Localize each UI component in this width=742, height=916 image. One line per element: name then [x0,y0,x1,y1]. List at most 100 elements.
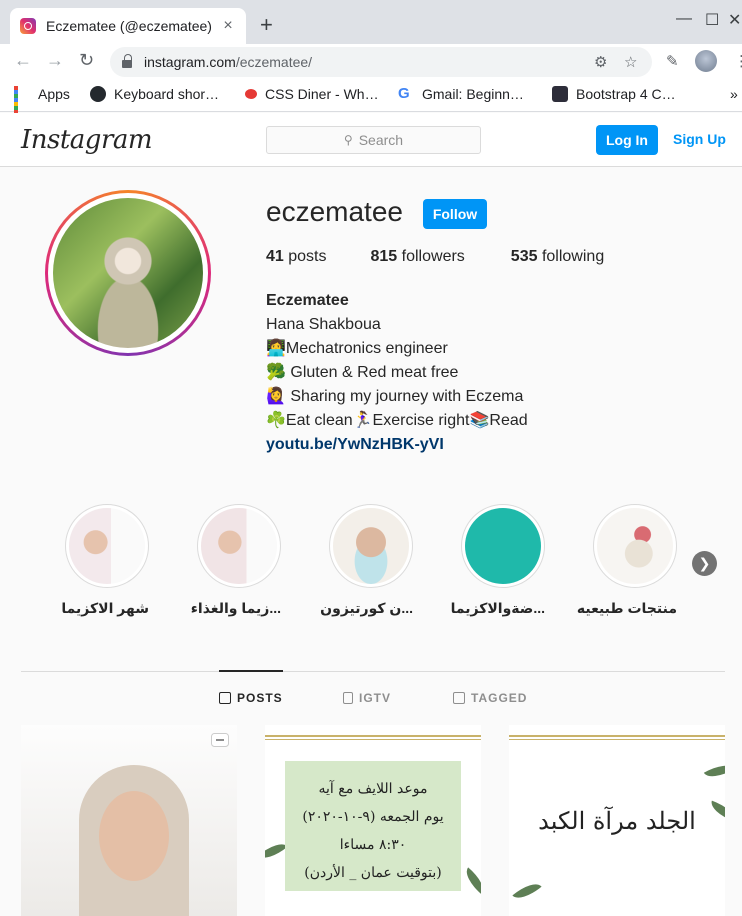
bio-name: Eczematee [266,292,349,309]
reload-icon[interactable]: ↻ [79,50,94,71]
lock-icon [122,54,132,68]
bookmark-bootstrap[interactable]: Bootstrap 4 C… [552,86,676,102]
stat-followers[interactable]: 815 followers [371,248,465,266]
highlight-cover [201,508,277,584]
menu-icon[interactable]: ⋮ [734,52,742,70]
bio-line: 🙋‍♀️ Sharing my journey with Eczema [266,388,524,405]
post-text-line: موعد اللايف مع آيه [318,781,428,797]
url-path: /eczematee/ [235,54,313,70]
highlight-cover [597,508,673,584]
highlight-item[interactable]: ...ضةوالاكزيما [450,504,545,617]
leaf-decoration [703,758,725,784]
highlight-cover [465,508,541,584]
extensions-icon[interactable]: ✎ [666,52,679,70]
minimize-icon[interactable]: — [676,10,692,28]
post-thumbnail[interactable]: الجلد مرآة الكبد [509,725,725,916]
signup-link[interactable]: Sign Up [673,131,726,147]
instagram-header: Instagram ⚲ Search Log In Sign Up [0,113,742,167]
key-icon[interactable]: ⚙ [594,53,607,71]
instagram-logo[interactable]: Instagram [21,125,153,155]
stat-label: followers [401,248,465,265]
profile-avatar[interactable] [45,190,211,356]
apps-grid-icon [14,86,30,122]
more-bookmarks-icon[interactable]: » [730,86,738,102]
highlight-item[interactable]: ...زيما والغذاء [190,504,281,617]
leaf-decoration [512,877,542,905]
new-tab-button[interactable]: + [260,12,273,38]
post-text: الجلد مرآة الكبد [538,807,696,835]
stat-label: posts [288,248,327,265]
tab-label: IGTV [359,691,392,705]
close-window-icon[interactable]: ✕ [728,10,741,30]
search-input[interactable]: ⚲ Search [266,126,481,154]
stat-count: 815 [370,248,398,265]
tab-tagged[interactable]: TAGGED [453,691,527,705]
bookmarks-bar: Apps Keyboard shor… CSS Diner - Wh… G Gm… [0,80,742,122]
bookmark-gmail[interactable]: G Gmail: Beginn… [398,86,524,103]
avatar-photo [53,198,203,348]
bookmark-label: Keyboard shor… [114,86,220,102]
igtv-icon [343,692,353,704]
bookmark-label: CSS Diner - Wh… [265,86,379,102]
profile-stats: 41 posts 815 followers 535 following [266,248,604,266]
css-diner-icon [245,89,257,99]
login-button[interactable]: Log In [596,125,658,155]
gold-border [265,739,481,740]
bio-link[interactable]: youtu.be/YwNzHBK-yVI [266,433,528,457]
profile-avatar-icon[interactable] [695,50,717,72]
gold-border [509,739,725,740]
instagram-favicon-icon [20,18,36,34]
post-thumbnail[interactable] [21,725,237,916]
grid-icon [219,692,231,704]
browser-tab-bar: Eczematee (@eczematee) × + — ☐ ✕ [0,0,742,44]
bio-line: 👩‍💻Mechatronics engineer [266,340,448,357]
post-text-line: (بتوقيت عمان _ الأردن) [304,865,442,881]
bookmark-css-diner[interactable]: CSS Diner - Wh… [245,86,379,102]
post-thumbnail[interactable]: موعد اللايف مع آيه يوم الجمعه (٩-١٠-٢٠٢٠… [265,725,481,916]
stat-count: 41 [266,248,284,265]
bookmark-label: Bootstrap 4 C… [576,86,676,102]
highlight-item[interactable]: شهر الاكزيما [61,504,149,617]
forward-icon[interactable]: → [46,50,64,71]
highlight-label: ...ضةوالاكزيما [450,600,545,616]
tab-title: Eczematee (@eczematee) [46,18,212,34]
highlight-item[interactable]: منتجات طبيعيه [577,504,677,617]
star-icon[interactable]: ☆ [624,53,637,71]
stat-posts: 41 posts [266,248,327,266]
tab-igtv[interactable]: IGTV [343,691,391,705]
bio-line: ☘️Eat clean🏃‍♀️Exercise right📚Read [266,412,528,429]
address-bar[interactable]: instagram.com/eczematee/ ⚙ ☆ [110,47,652,77]
bootstrap-icon [552,86,568,102]
browser-tab[interactable]: Eczematee (@eczematee) × [10,8,246,44]
bookmark-label: Apps [38,86,70,102]
highlight-label: شهر الاكزيما [61,600,149,616]
highlight-cover [333,508,409,584]
tabs-divider [21,671,725,672]
highlight-item[interactable]: ...ن كورتيزون [320,504,413,617]
highlight-label: ...ن كورتيزون [320,600,413,616]
stat-label: following [541,248,605,265]
bio-line: 🥦 Gluten & Red meat free [266,364,459,381]
bookmark-apps[interactable]: Apps [14,86,70,122]
post-text-line: يوم الجمعه (٩-١٠-٢٠٢٠) [302,809,444,825]
highlights-next-icon[interactable]: ❯ [692,551,717,576]
bookmark-label: Gmail: Beginn… [422,86,524,102]
url-host: instagram.com [144,54,236,70]
video-badge-icon [211,733,229,747]
bookmark-keyboard[interactable]: Keyboard shor… [90,86,219,102]
tab-posts[interactable]: POSTS [219,691,283,705]
gold-border [509,735,725,737]
follow-button[interactable]: Follow [423,199,487,229]
post-text-line: ٨:٣٠ مساءا [339,837,407,853]
gold-border [265,735,481,737]
leaf-decoration [460,867,481,895]
search-icon: ⚲ [343,133,353,147]
profile-username: eczematee [266,196,403,227]
tab-close-icon[interactable]: × [220,17,236,35]
back-icon[interactable]: ← [14,50,32,71]
highlight-label: ...زيما والغذاء [190,600,281,616]
profile-bio: Eczematee Hana Shakboua 👩‍💻Mechatronics … [266,289,528,457]
stat-following[interactable]: 535 following [511,248,604,266]
tab-label: TAGGED [471,691,528,705]
maximize-icon[interactable]: ☐ [705,10,719,30]
